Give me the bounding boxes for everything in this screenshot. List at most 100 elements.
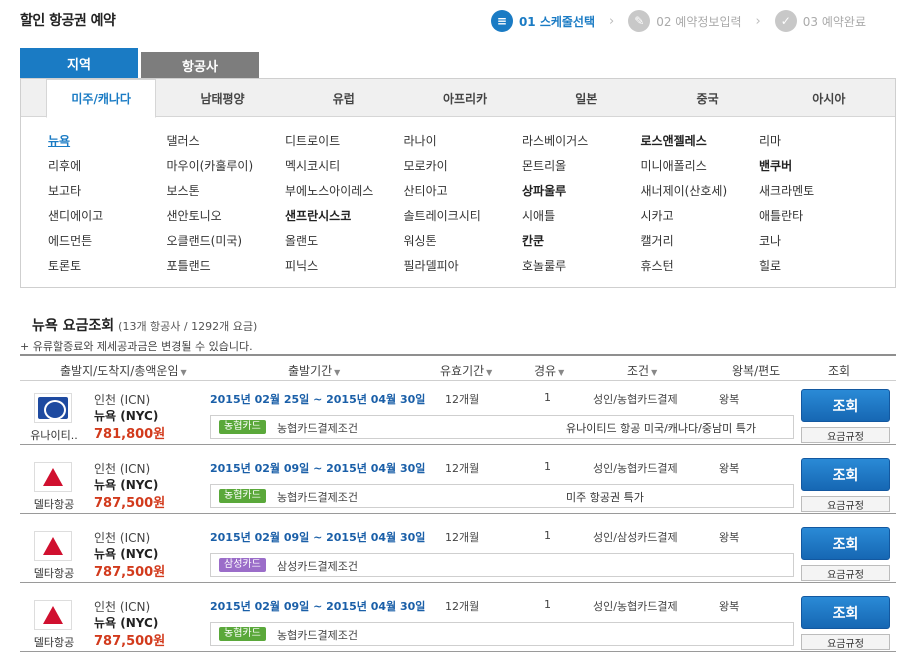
region-tab[interactable]: 아시아 — [774, 79, 884, 117]
search-fare-button[interactable]: 조회 — [801, 596, 890, 629]
card-badge: 농협카드 — [219, 420, 266, 434]
pencil-icon: ✎ — [628, 10, 651, 32]
result-title: 뉴욕 요금조회 (13개 항공사 / 1292개 요금) — [32, 315, 257, 335]
fare-rule-button[interactable]: 요금규정 — [801, 634, 890, 650]
region-tab[interactable]: 미주/캐나다 — [46, 79, 157, 118]
city-link[interactable]: 칸쿤 — [522, 231, 641, 256]
fare-rule-button[interactable]: 요금규정 — [801, 565, 890, 581]
airline-logo — [34, 531, 72, 561]
city-link[interactable]: 토론토 — [48, 256, 167, 281]
col-period[interactable]: 출발기간 ▼ — [288, 362, 340, 379]
city-link[interactable]: 리후에 — [48, 156, 167, 181]
col-condition-label: 조건 — [627, 364, 650, 378]
city-link[interactable]: 라나이 — [404, 131, 523, 156]
destination: 뉴욕 (NYC) — [94, 616, 159, 630]
fare-note: 농협카드 농협카드결제조건 — [210, 622, 794, 646]
city-link[interactable]: 샌디에이고 — [48, 206, 167, 231]
city-link[interactable]: 모로카이 — [404, 156, 523, 181]
sort-caret-icon: ▼ — [334, 368, 341, 377]
city-link[interactable]: 상파울루 — [522, 181, 641, 206]
fare-notice: + 유류할증료와 제세공과금은 변경될 수 있습니다. — [20, 340, 253, 353]
tab-region[interactable]: 지역 — [20, 48, 138, 78]
city-link[interactable]: 샌프란시스코 — [285, 206, 404, 231]
destination: 뉴욕 (NYC) — [94, 547, 159, 561]
tab-airline[interactable]: 항공사 — [141, 52, 259, 78]
city-link[interactable]: 피닉스 — [285, 256, 404, 281]
sort-caret-icon: ▼ — [180, 368, 187, 377]
departure-period: 2015년 02월 09일 ~ 2015년 04월 30일 — [210, 531, 426, 544]
city-link[interactable]: 뉴욕 — [48, 131, 167, 156]
trip-type: 왕복 — [719, 462, 740, 475]
region-tab[interactable]: 유럽 — [289, 79, 399, 117]
city-link[interactable]: 시애틀 — [522, 206, 641, 231]
city-link[interactable]: 필라델피아 — [404, 256, 523, 281]
destination: 뉴욕 (NYC) — [94, 409, 159, 423]
card-badge: 농협카드 — [219, 489, 266, 503]
validity: 12개월 — [445, 462, 480, 475]
departure-period: 2015년 02월 09일 ~ 2015년 04월 30일 — [210, 600, 426, 613]
city-link[interactable]: 몬트리올 — [522, 156, 641, 181]
city-link[interactable]: 로스앤젤레스 — [641, 131, 760, 156]
city-link[interactable]: 산티아고 — [404, 181, 523, 206]
col-action: 조회 — [828, 364, 851, 378]
city-link[interactable]: 휴스턴 — [641, 256, 760, 281]
city-link[interactable]: 새크라멘토 — [759, 181, 878, 206]
origin: 인천 (ICN) — [94, 531, 151, 545]
fare-rule-button[interactable]: 요금규정 — [801, 496, 890, 512]
stops: 1 — [544, 529, 551, 542]
departure-period: 2015년 02월 09일 ~ 2015년 04월 30일 — [210, 462, 426, 475]
region-tab[interactable]: 아프리카 — [410, 79, 520, 117]
city-link[interactable]: 코나 — [759, 231, 878, 256]
city-link[interactable]: 보스톤 — [167, 181, 286, 206]
col-trip: 왕복/편도 — [732, 364, 781, 378]
chevron-right-icon: › — [609, 13, 615, 29]
city-link[interactable]: 애틀란타 — [759, 206, 878, 231]
city-link[interactable]: 에드먼튼 — [48, 231, 167, 256]
card-condition: 농협카드결제조건 — [277, 491, 358, 504]
city-link[interactable]: 올랜도 — [285, 231, 404, 256]
region-tab[interactable]: 남태평양 — [167, 79, 277, 117]
fare-rule-button[interactable]: 요금규정 — [801, 427, 890, 443]
city-link[interactable]: 새너제이(산호세) — [641, 181, 760, 206]
col-stops[interactable]: 경유 ▼ — [534, 362, 564, 379]
region-tab[interactable]: 중국 — [652, 79, 762, 117]
city-link[interactable]: 워싱톤 — [404, 231, 523, 256]
total-fare: 787,500원 — [94, 634, 166, 649]
search-fare-button[interactable]: 조회 — [801, 458, 890, 491]
city-link[interactable]: 솔트레이크시티 — [404, 206, 523, 231]
city-link[interactable]: 힐로 — [759, 256, 878, 281]
search-fare-button[interactable]: 조회 — [801, 389, 890, 422]
city-link[interactable]: 디트로이트 — [285, 131, 404, 156]
city-link[interactable]: 샌안토니오 — [167, 206, 286, 231]
region-panel: 미주/캐나다 남태평양 유럽 아프리카 일본 중국 아시아 뉴욕 댈러스 디트로이트 라나이 라스베… — [20, 78, 896, 288]
airline-name: 유나이티.. — [30, 429, 78, 442]
city-link[interactable]: 포틀랜드 — [167, 256, 286, 281]
col-condition[interactable]: 조건 ▼ — [627, 362, 657, 379]
result-count: (13개 항공사 / 1292개 요금) — [118, 320, 258, 333]
validity: 12개월 — [445, 393, 480, 406]
city-link[interactable]: 부에노스아이레스 — [285, 181, 404, 206]
city-link[interactable]: 시카고 — [641, 206, 760, 231]
region-tab[interactable]: 일본 — [531, 79, 641, 117]
city-link[interactable]: 리마 — [759, 131, 878, 156]
city-link[interactable]: 호놀룰루 — [522, 256, 641, 281]
city-link[interactable]: 마우이(카훌루이) — [167, 156, 286, 181]
city-link[interactable]: 보고타 — [48, 181, 167, 206]
city-link[interactable]: 멕시코시티 — [285, 156, 404, 181]
region-tab-bar: 미주/캐나다 남태평양 유럽 아프리카 일본 중국 아시아 — [21, 79, 895, 118]
city-link[interactable]: 라스베이거스 — [522, 131, 641, 156]
city-link[interactable]: 캘거리 — [641, 231, 760, 256]
col-route[interactable]: 출발지/도착지/총액운임 ▼ — [60, 362, 187, 379]
origin: 인천 (ICN) — [94, 393, 151, 407]
step-indicator: ≡ 01 스케줄선택 › ✎ 02 예약정보입력 › ✓ 03 예약완료 — [490, 10, 866, 32]
city-link[interactable]: 댈러스 — [167, 131, 286, 156]
destination: 뉴욕 (NYC) — [94, 478, 159, 492]
validity: 12개월 — [445, 531, 480, 544]
step-3-label: 03 예약완료 — [802, 14, 866, 29]
city-link[interactable]: 밴쿠버 — [759, 156, 878, 181]
city-link[interactable]: 오클랜드(미국) — [167, 231, 286, 256]
departure-period: 2015년 02월 25일 ~ 2015년 04월 30일 — [210, 393, 426, 406]
city-link[interactable]: 미니애폴리스 — [641, 156, 760, 181]
search-fare-button[interactable]: 조회 — [801, 527, 890, 560]
col-validity[interactable]: 유효기간 ▼ — [440, 362, 492, 379]
